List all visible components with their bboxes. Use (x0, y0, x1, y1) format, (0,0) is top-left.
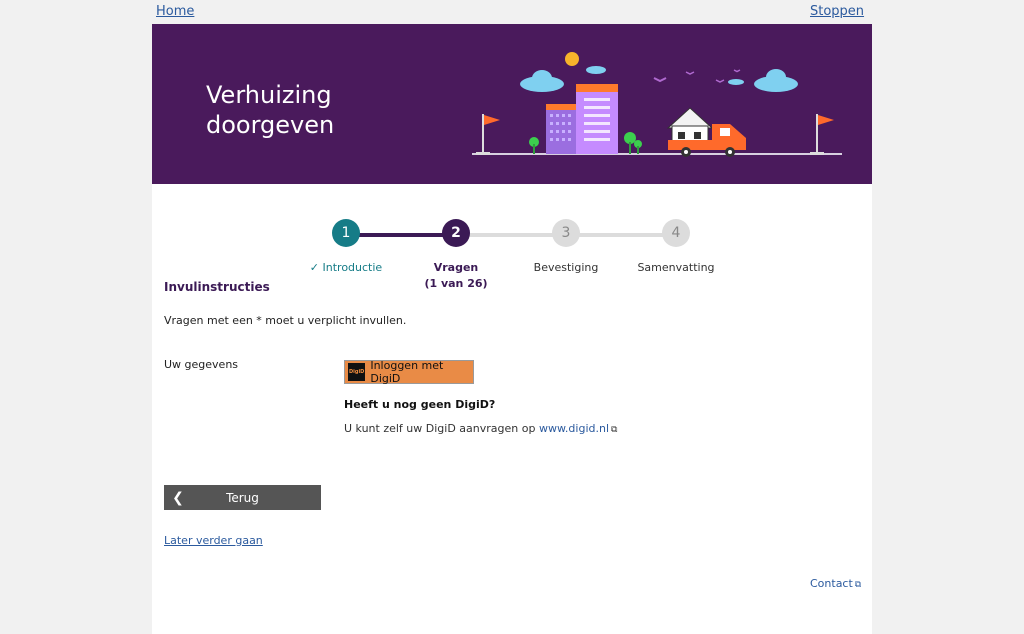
page-container: Verhuizing doorgeven 1 2 3 4 ✓ Introduct… (152, 24, 872, 634)
back-button[interactable]: ❮ Terug (164, 485, 321, 510)
step-3-circle: 3 (552, 219, 580, 247)
moving-illustration (472, 52, 842, 157)
no-digid-heading: Heeft u nog geen DigiD? (344, 398, 496, 411)
step-connector-2 (456, 233, 566, 237)
step-4-label: Samenvatting (637, 261, 715, 274)
home-link[interactable]: Home (156, 4, 194, 19)
step-1-text: Introductie (322, 261, 383, 274)
step-2-label: Vragen (1 van 26) (401, 260, 511, 292)
step-connector-1 (346, 233, 456, 237)
contact-link-label: Contact (810, 577, 853, 590)
digid-link[interactable]: www.digid.nl (539, 422, 609, 435)
digid-logo-icon: DigiD (348, 363, 366, 381)
instructions-text: Vragen met een * moet u verplicht invull… (164, 314, 407, 327)
your-details-label: Uw gegevens (164, 358, 239, 371)
digid-login-label: Inloggen met DigiD (370, 359, 444, 385)
progress-steps: 1 2 3 4 ✓ Introductie Vragen (1 van 26) … (302, 194, 722, 294)
top-navigation: Home Stoppen (0, 0, 1024, 24)
digid-apply-text: U kunt zelf uw DigiD aanvragen op www.di… (344, 422, 617, 435)
step-4-circle: 4 (662, 219, 690, 247)
step-2-text: Vragen (433, 261, 479, 274)
header-banner: Verhuizing doorgeven (152, 24, 872, 184)
continue-later-link[interactable]: Later verder gaan (164, 534, 263, 547)
chevron-left-icon: ❮ (172, 489, 184, 506)
step-1-circle: 1 (332, 219, 360, 247)
check-icon: ✓ (309, 261, 320, 274)
step-3-label: Bevestiging (533, 261, 599, 274)
step-1-label: ✓ Introductie (291, 260, 401, 276)
back-button-label: Terug (226, 490, 259, 505)
page-title: Verhuizing doorgeven (206, 81, 335, 139)
digid-login-button[interactable]: DigiD Inloggen met DigiD (344, 359, 474, 385)
instructions-heading: Invulinstructies (164, 280, 270, 294)
contact-link[interactable]: Contact ⧉ (810, 577, 861, 590)
external-link-icon: ⧉ (854, 580, 862, 590)
step-connector-3 (566, 233, 676, 237)
step-2-circle: 2 (442, 219, 470, 247)
step-2-progress: (1 van 26) (424, 277, 488, 290)
digid-apply-sentence: U kunt zelf uw DigiD aanvragen op (344, 422, 539, 435)
stop-link[interactable]: Stoppen (810, 4, 864, 19)
external-link-icon: ⧉ (611, 425, 618, 435)
